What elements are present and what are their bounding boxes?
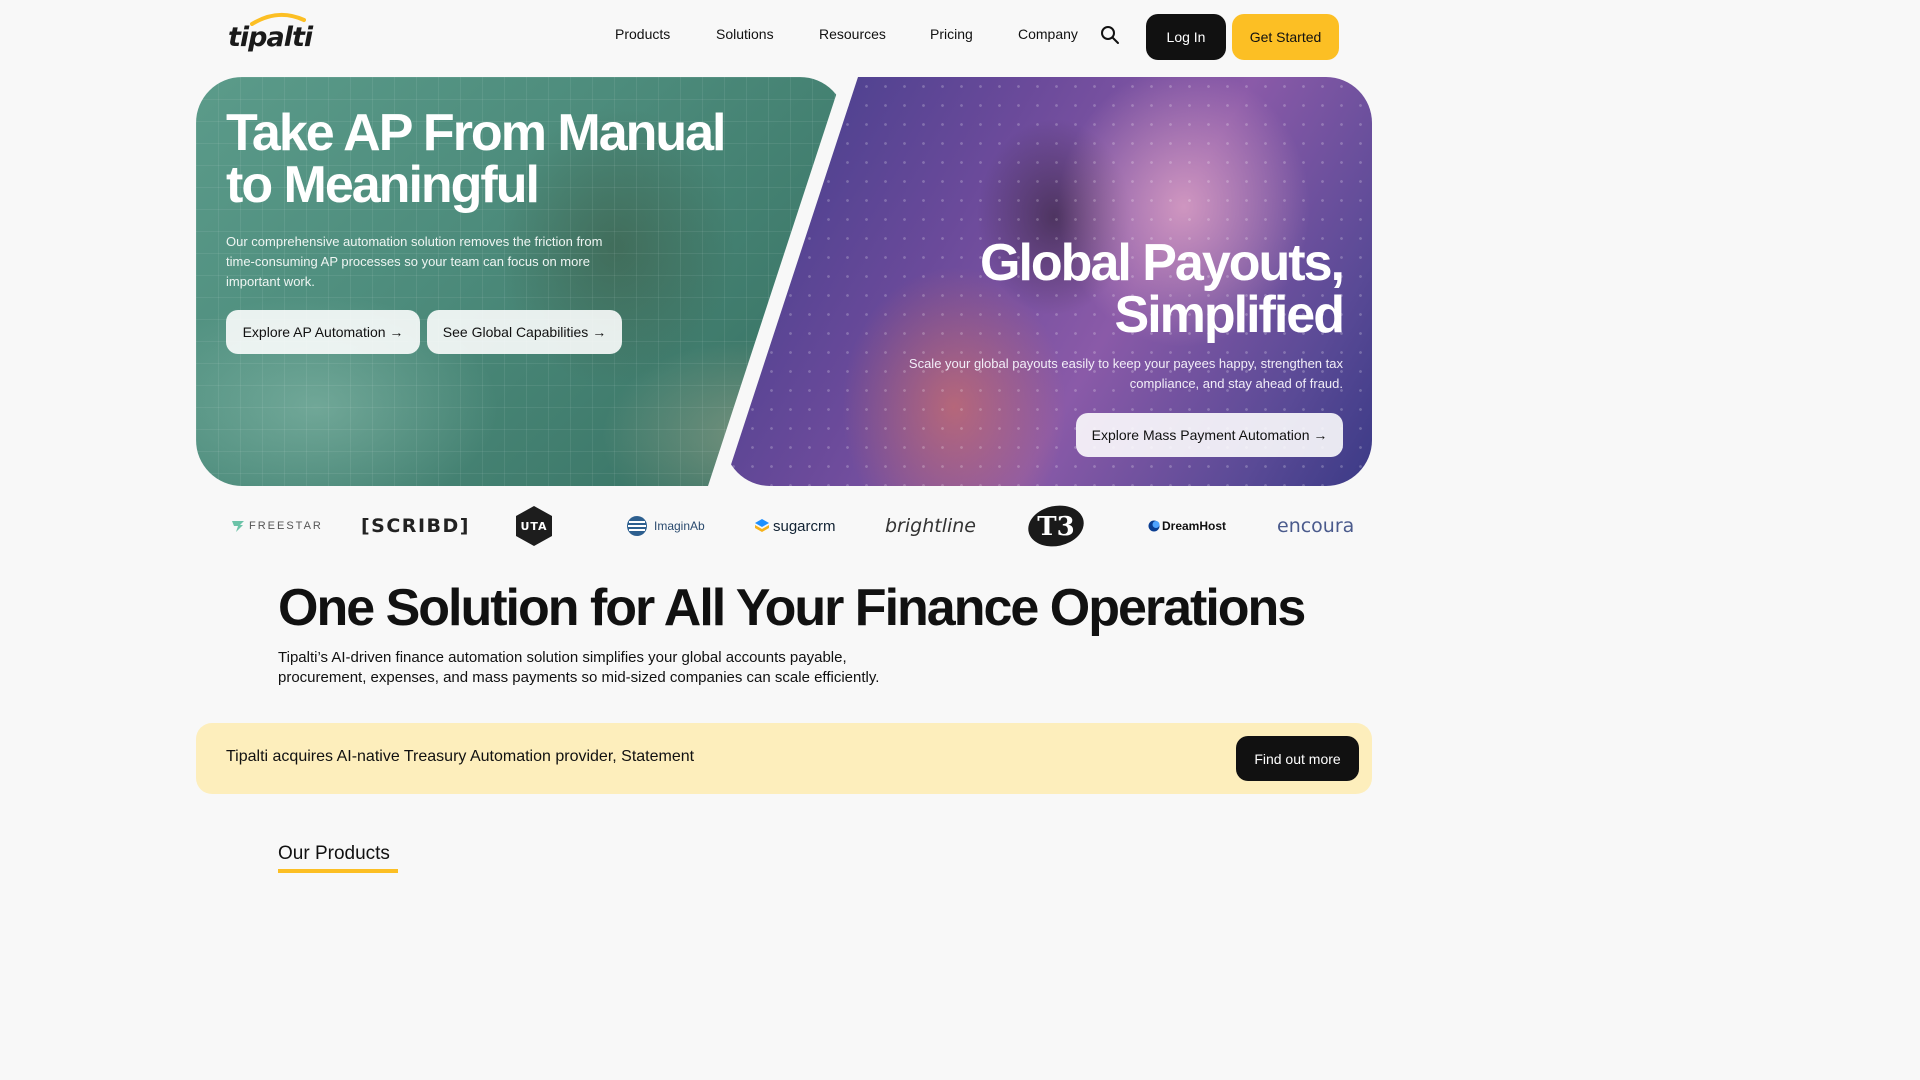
nav-resources[interactable]: Resources <box>819 26 886 42</box>
hero-payouts-title-line1: Global Payouts, <box>980 234 1345 292</box>
logo-dreamhost-text: DreamHost <box>1162 519 1227 533</box>
explore-ap-automation-button[interactable]: Explore AP Automation → <box>226 310 420 354</box>
logo-imaginab: ImaginAb <box>626 500 705 552</box>
hero-ap-title-line2: to Meaningful <box>226 156 540 214</box>
dreamhost-moon-icon <box>1148 520 1160 532</box>
our-products-tab[interactable]: Our Products <box>278 843 390 865</box>
announcement-banner: Tipalti acquires AI-native Treasury Auto… <box>196 723 1372 794</box>
logo-t3: T3 <box>1027 500 1085 552</box>
t3-badge-icon: T3 <box>1028 505 1084 547</box>
top-navigation: tipalti Products Solutions Resources Pri… <box>0 0 1568 72</box>
logo-freestar-text: FREESTAR <box>249 520 323 532</box>
freestar-icon <box>232 521 244 532</box>
logo-sugarcrm-text: sugarcrm <box>773 517 836 535</box>
hero-payouts-subtitle: Scale your global payouts easily to keep… <box>908 356 1343 391</box>
find-out-more-button[interactable]: Find out more <box>1236 736 1359 781</box>
hero-ap-subtitle: Our comprehensive automation solution re… <box>226 234 603 289</box>
logo-t3-text: T3 <box>1037 512 1074 542</box>
hero-ap-title: Take AP From Manual to Meaningful <box>226 107 786 211</box>
nav-solutions[interactable]: Solutions <box>716 26 774 42</box>
logo-scribd: [SCRIBD] <box>361 515 470 537</box>
see-global-capabilities-button[interactable]: See Global Capabilities → <box>427 310 622 354</box>
hero-payouts-title-line2: Simplified <box>1114 286 1345 344</box>
hero-payouts-title: Global Payouts, Simplified <box>900 234 1345 344</box>
logo-uta: UTA <box>514 500 554 552</box>
search-button[interactable] <box>1100 25 1122 47</box>
logo-encoura: encoura <box>1277 515 1355 537</box>
nav-company[interactable]: Company <box>1018 26 1078 42</box>
nav-pricing[interactable]: Pricing <box>930 26 973 42</box>
tipalti-logo[interactable]: tipalti <box>228 12 313 56</box>
log-in-button[interactable]: Log In <box>1146 14 1226 60</box>
logo-dreamhost: DreamHost <box>1148 500 1226 552</box>
logo-brightline: brightline <box>885 515 976 537</box>
logo-sugarcrm: sugarcrm <box>754 500 836 552</box>
nav-products[interactable]: Products <box>615 26 670 42</box>
section-description: Tipalti’s AI-driven finance automation s… <box>278 649 880 686</box>
logo-uta-text: UTA <box>520 520 547 533</box>
logo-imaginab-text: ImaginAb <box>654 519 705 533</box>
sugarcrm-cube-icon <box>755 519 769 532</box>
explore-mass-payment-button[interactable]: Explore Mass Payment Automation → <box>1076 413 1343 457</box>
section-title: One Solution for All Your Finance Operat… <box>278 579 1306 637</box>
search-icon <box>1101 26 1119 44</box>
uta-badge-icon: UTA <box>516 506 552 546</box>
logo-wordmark: tipalti <box>228 22 313 53</box>
announcement-text: Tipalti acquires AI-native Treasury Auto… <box>226 748 695 765</box>
products-tab-underline <box>278 869 398 873</box>
get-started-button[interactable]: Get Started <box>1232 14 1339 60</box>
logo-freestar: FREESTAR <box>231 500 323 552</box>
customer-logo-strip: FREESTAR [SCRIBD] UTA ImaginAb sugarcrm … <box>0 500 1568 552</box>
imaginab-icon <box>627 516 647 536</box>
hero-ap-title-line1: Take AP From Manual <box>226 104 727 162</box>
